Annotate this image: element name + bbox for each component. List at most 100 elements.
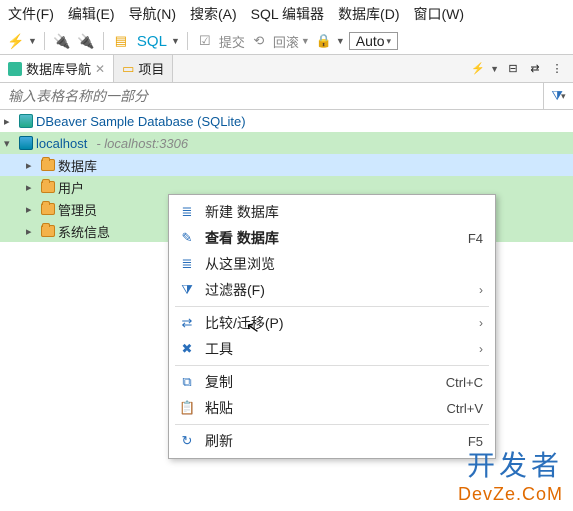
watermark-line1: 开发者 xyxy=(458,444,563,484)
folder-label: 数据库 xyxy=(58,156,97,175)
menu-item-label: 比较/迁移(P) xyxy=(205,313,469,333)
menu-item-label: 刷新 xyxy=(205,431,458,451)
menu-item-label: 工具 xyxy=(205,339,469,359)
menu-item-icon: ✎ xyxy=(179,230,195,246)
menu-item-label: 新建 数据库 xyxy=(205,202,483,222)
dropdown-arrow-icon[interactable]: ▼ xyxy=(336,36,345,46)
context-menu-item[interactable]: ✖ 工具 › xyxy=(169,336,495,362)
menu-sql-editor[interactable]: SQL 编辑器 xyxy=(251,4,324,24)
main-toolbar: ⚡ ▼ 🔌 🔌 ▤ SQL ▼ ☑ 提交 ⟲ 回滚 ▼ 🔒 ▼ Auto ▾ xyxy=(0,28,573,55)
tab-database-navigator[interactable]: 数据库导航 ✕ xyxy=(0,55,114,82)
context-menu-item[interactable]: ⧉ 复制 Ctrl+C xyxy=(169,369,495,395)
sql-script-icon[interactable]: ▤ xyxy=(111,31,131,51)
database-icon xyxy=(8,62,22,76)
menu-search[interactable]: 搜索(A) xyxy=(190,4,237,24)
separator xyxy=(103,32,104,50)
menu-item-label: 过滤器(F) xyxy=(205,280,469,300)
menu-item-icon: ≣ xyxy=(179,204,195,220)
menu-item-icon: ≣ xyxy=(179,256,195,272)
menu-item-icon: 📋 xyxy=(179,400,195,416)
menu-item-icon: ✖ xyxy=(179,341,195,357)
menu-item-icon: ⧩ xyxy=(179,282,195,298)
plug-disconnect-icon[interactable]: 🔌 xyxy=(76,31,96,51)
folder-icon xyxy=(41,203,55,215)
plug-connect-icon[interactable]: 🔌 xyxy=(52,31,72,51)
folder-label: 用户 xyxy=(58,178,84,197)
filter-icon[interactable]: ⧩▾ xyxy=(543,83,573,109)
close-icon[interactable]: ✕ xyxy=(95,62,105,76)
rollback-icon[interactable]: ⟲ xyxy=(249,31,269,51)
context-menu-item[interactable]: ⇄ 比较/迁移(P) › xyxy=(169,310,495,336)
chevron-right-icon[interactable] xyxy=(26,181,38,194)
folder-label: 系统信息 xyxy=(58,222,110,241)
submenu-arrow-icon: › xyxy=(479,316,483,330)
menu-item-shortcut: Ctrl+C xyxy=(446,375,483,390)
tab-projects[interactable]: ▭ 项目 xyxy=(114,55,173,82)
menu-item-shortcut: Ctrl+V xyxy=(447,401,483,416)
menu-item-icon: ↻ xyxy=(179,433,195,449)
rollback-button[interactable]: 回滚 xyxy=(273,32,299,51)
context-menu-item[interactable]: ✎ 查看 数据库 F4 xyxy=(169,225,495,251)
context-menu-item[interactable]: 📋 粘贴 Ctrl+V xyxy=(169,395,495,421)
menu-item-label: 复制 xyxy=(205,372,436,392)
folder-icon xyxy=(41,225,55,237)
connect-icon[interactable]: ⚡ xyxy=(6,31,26,51)
menu-window[interactable]: 窗口(W) xyxy=(414,4,465,24)
dropdown-arrow-icon[interactable]: ▼ xyxy=(490,64,499,74)
menu-item-icon: ⇄ xyxy=(179,315,195,331)
context-menu-separator xyxy=(175,424,489,425)
menu-item-shortcut: F4 xyxy=(468,231,483,246)
menu-navigate[interactable]: 导航(N) xyxy=(129,4,176,24)
navigator-search: ⧩▾ xyxy=(0,83,573,110)
chevron-down-icon[interactable] xyxy=(4,137,16,150)
tree-folder-databases[interactable]: 数据库 xyxy=(0,154,573,176)
commit-button[interactable]: 提交 xyxy=(219,32,245,51)
commit-icon[interactable]: ☑ xyxy=(195,31,215,51)
tabs-toolbar: ⚡ ▼ ⊟ ⇄ ⋮ xyxy=(470,61,573,77)
connection-item-sqlite[interactable]: DBeaver Sample Database (SQLite) xyxy=(0,110,573,132)
dropdown-arrow-icon[interactable]: ▼ xyxy=(28,36,37,46)
projects-icon: ▭ xyxy=(122,61,134,77)
mysql-icon xyxy=(19,136,33,150)
folder-label: 管理员 xyxy=(58,200,97,219)
menu-database[interactable]: 数据库(D) xyxy=(338,4,399,24)
context-menu-item[interactable]: ≣从这里浏览 xyxy=(169,251,495,277)
context-menu-item[interactable]: ≣ 新建 数据库 xyxy=(169,199,495,225)
context-menu-separator xyxy=(175,365,489,366)
connection-label: localhost xyxy=(36,136,87,151)
lock-icon[interactable]: 🔒 xyxy=(314,31,334,51)
menu-item-label: 粘贴 xyxy=(205,398,437,418)
chevron-right-icon[interactable] xyxy=(4,115,16,128)
menu-item-label: 查看 数据库 xyxy=(205,228,458,248)
context-menu-separator xyxy=(175,306,489,307)
new-connection-icon[interactable]: ⚡ xyxy=(470,61,486,77)
watermark: 开发者 DevZe.CoM xyxy=(458,444,563,505)
chevron-right-icon[interactable] xyxy=(26,203,38,216)
folder-icon xyxy=(41,181,55,193)
connection-label: DBeaver Sample Database (SQLite) xyxy=(36,114,246,129)
tab-label: 项目 xyxy=(138,59,164,78)
connection-item-localhost[interactable]: localhost - localhost:3306 xyxy=(0,132,573,154)
watermark-line2: DevZe.CoM xyxy=(458,484,563,505)
dropdown-arrow-icon: ▾ xyxy=(387,36,392,47)
menu-edit[interactable]: 编辑(E) xyxy=(68,4,115,24)
menu-file[interactable]: 文件(F) xyxy=(8,4,54,24)
separator xyxy=(187,32,188,50)
chevron-right-icon[interactable] xyxy=(26,225,38,238)
dropdown-arrow-icon[interactable]: ▼ xyxy=(301,36,310,46)
view-tabs: 数据库导航 ✕ ▭ 项目 ⚡ ▼ ⊟ ⇄ ⋮ xyxy=(0,55,573,83)
separator xyxy=(44,32,45,50)
view-menu-icon[interactable]: ⋮ xyxy=(549,61,565,77)
context-menu-item[interactable]: ⧩过滤器(F)› xyxy=(169,277,495,303)
tab-label: 数据库导航 xyxy=(26,59,91,78)
search-input[interactable] xyxy=(0,83,543,109)
chevron-right-icon[interactable] xyxy=(26,159,38,172)
sql-button[interactable]: SQL xyxy=(137,33,167,50)
dropdown-arrow-icon[interactable]: ▼ xyxy=(171,36,180,46)
menu-item-icon: ⧉ xyxy=(179,374,195,390)
autocommit-selector[interactable]: Auto ▾ xyxy=(349,32,398,50)
submenu-arrow-icon: › xyxy=(479,342,483,356)
collapse-icon[interactable]: ⊟ xyxy=(505,61,521,77)
context-menu-item[interactable]: ↻刷新F5 xyxy=(169,428,495,454)
link-editor-icon[interactable]: ⇄ xyxy=(527,61,543,77)
